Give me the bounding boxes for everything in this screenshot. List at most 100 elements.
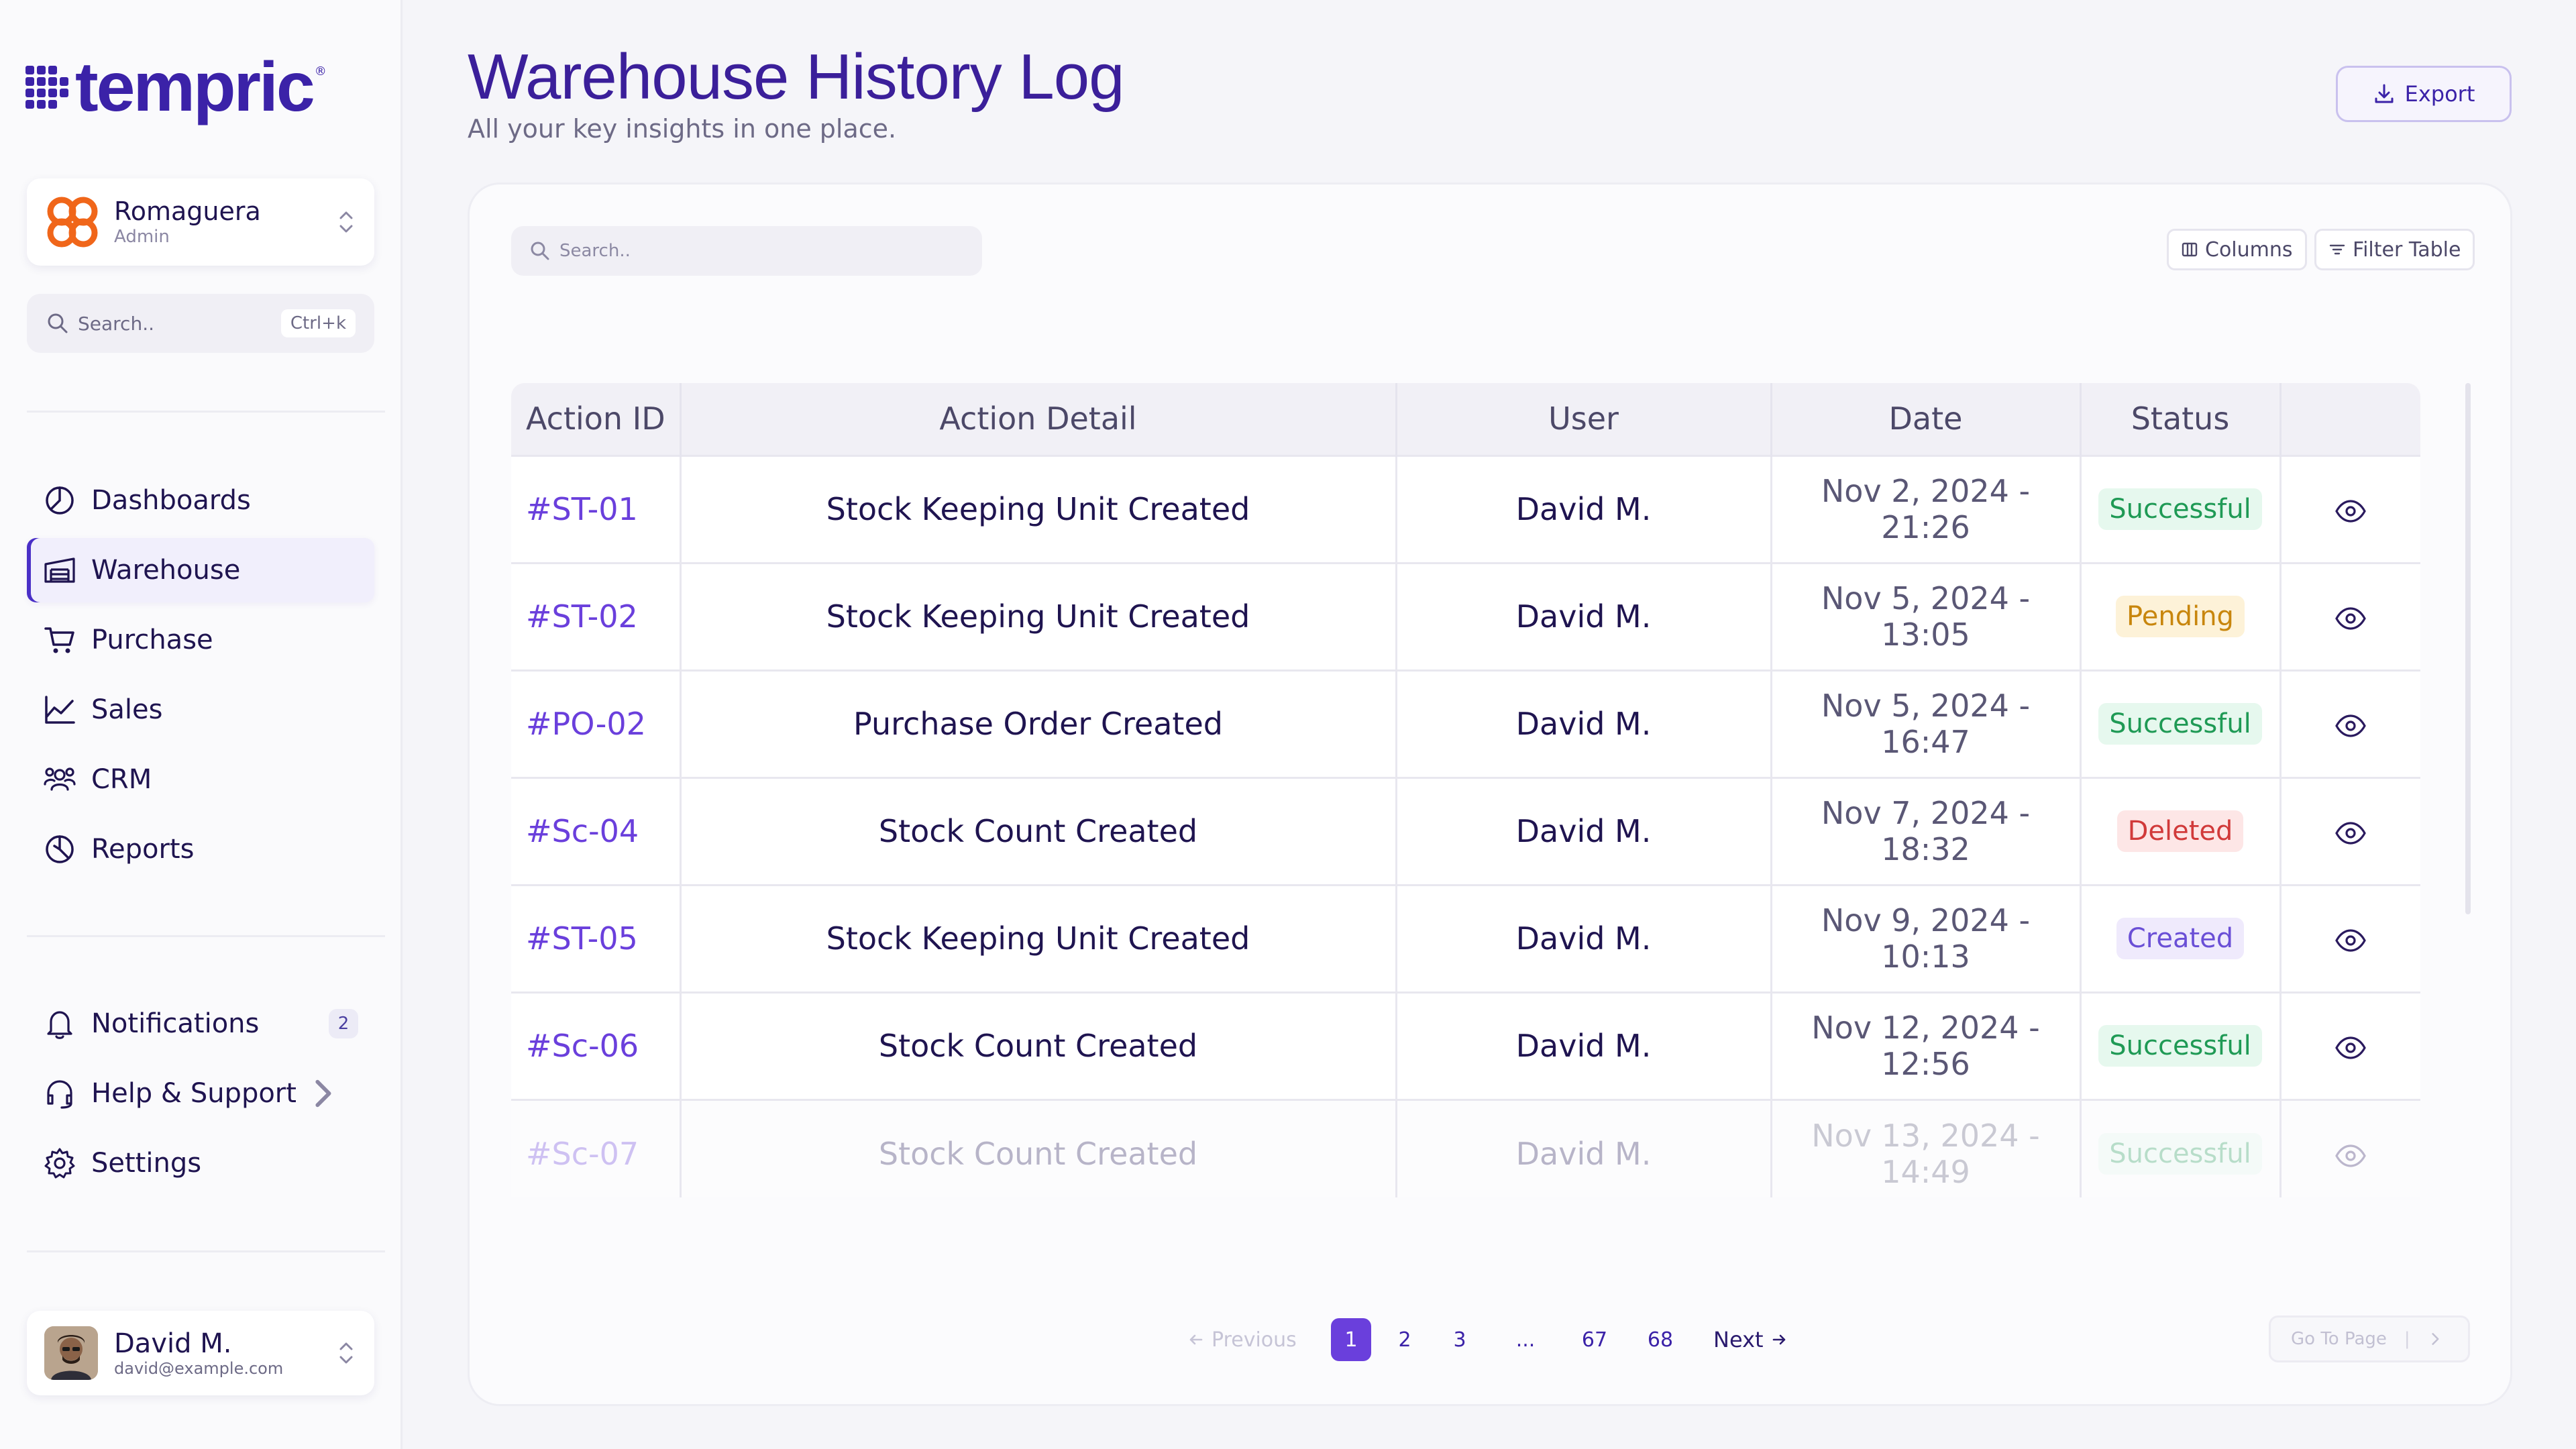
column-header-action-id[interactable]: Action ID: [511, 383, 682, 455]
pagination: Previous 1 2 3 ... 67 68 Next: [470, 1318, 2510, 1365]
sidebar-item-sales[interactable]: Sales: [27, 678, 374, 742]
go-to-page-input[interactable]: Go To Page |: [2269, 1316, 2470, 1362]
status-badge: Successful: [2098, 1025, 2262, 1067]
view-cell[interactable]: [2280, 669, 2420, 777]
action-id-cell[interactable]: #ST-02: [511, 561, 682, 670]
bell-icon: [47, 1011, 72, 1039]
page-button-67[interactable]: 67: [1571, 1318, 1618, 1361]
search-icon: [48, 313, 68, 333]
sidebar-item-notifications[interactable]: Notifications 2: [27, 991, 374, 1056]
sidebar-item-settings[interactable]: Settings: [27, 1131, 374, 1195]
table-row[interactable]: #PO-02 Purchase Order Created David M. N…: [511, 669, 2420, 777]
user-menu[interactable]: David M. david@example.com: [27, 1311, 374, 1395]
action-detail-cell: Stock Count Created: [680, 1098, 1397, 1197]
sidebar: tempric ® Romaguera Admin Search.. Ctrl+…: [0, 0, 402, 1449]
next-page-button[interactable]: Next: [1713, 1318, 1788, 1361]
table-row[interactable]: #Sc-06 Stock Count Created David M. Nov …: [511, 991, 2420, 1099]
page-button-68[interactable]: 68: [1637, 1318, 1684, 1361]
view-cell[interactable]: [2280, 1098, 2420, 1197]
users-icon: [44, 767, 76, 791]
status-cell: Pending: [2080, 561, 2282, 670]
export-label: Export: [2404, 81, 2475, 107]
action-id-cell[interactable]: #Sc-06: [511, 991, 682, 1099]
eye-icon[interactable]: [2334, 924, 2367, 957]
user-cell: David M.: [1396, 561, 1772, 670]
table-row[interactable]: #Sc-07 Stock Count Created David M. Nov …: [511, 1098, 2420, 1197]
table-search-input[interactable]: Search..: [511, 226, 982, 276]
sidebar-item-help-support[interactable]: Help & Support: [27, 1061, 374, 1126]
sidebar-item-label: CRM: [91, 764, 152, 795]
column-header-status[interactable]: Status: [2080, 383, 2282, 455]
column-header-date[interactable]: Date: [1771, 383, 2082, 455]
sidebar-item-purchase[interactable]: Purchase: [27, 608, 374, 672]
table-row[interactable]: #ST-01 Stock Keeping Unit Created David …: [511, 454, 2420, 563]
sidebar-item-reports[interactable]: Reports: [27, 817, 374, 881]
filter-table-button[interactable]: Filter Table: [2314, 229, 2475, 270]
eye-icon[interactable]: [2334, 709, 2367, 743]
eye-icon[interactable]: [2334, 1139, 2367, 1173]
page-button-2[interactable]: 2: [1385, 1318, 1425, 1361]
brand-name: tempric: [75, 48, 315, 126]
column-header-user[interactable]: User: [1396, 383, 1772, 455]
columns-button[interactable]: Columns: [2167, 229, 2307, 270]
action-detail-cell: Stock Keeping Unit Created: [680, 883, 1397, 992]
eye-icon[interactable]: [2334, 816, 2367, 850]
table-row[interactable]: #ST-02 Stock Keeping Unit Created David …: [511, 561, 2420, 670]
action-id-cell[interactable]: #Sc-07: [511, 1098, 682, 1197]
action-id-cell[interactable]: #Sc-04: [511, 776, 682, 885]
view-cell[interactable]: [2280, 561, 2420, 670]
page-button-3[interactable]: 3: [1440, 1318, 1480, 1361]
table-row[interactable]: #ST-05 Stock Keeping Unit Created David …: [511, 883, 2420, 992]
date-cell: Nov 2, 2024 - 21:26: [1771, 454, 2082, 563]
status-badge: Deleted: [2116, 810, 2244, 852]
date-cell: Nov 5, 2024 - 16:47: [1771, 669, 2082, 777]
download-icon: [2375, 84, 2394, 103]
chevron-right-icon[interactable]: [2428, 1332, 2443, 1346]
chevron-up-down-icon: [339, 211, 353, 233]
line-chart-icon: [45, 696, 75, 724]
user-cell: David M.: [1396, 883, 1772, 992]
action-id-cell[interactable]: #PO-02: [511, 669, 682, 777]
previous-page-button[interactable]: Previous: [1187, 1318, 1297, 1361]
view-cell[interactable]: [2280, 991, 2420, 1099]
user-cell: David M.: [1396, 991, 1772, 1099]
search-shortcut-hint: Ctrl+k: [280, 309, 356, 337]
columns-icon: [2182, 242, 2198, 257]
previous-label: Previous: [1212, 1328, 1297, 1352]
eye-icon[interactable]: [2334, 602, 2367, 635]
page-subtitle: All your key insights in one place.: [468, 114, 897, 144]
sidebar-item-crm[interactable]: CRM: [27, 747, 374, 812]
eye-icon[interactable]: [2334, 1031, 2367, 1065]
view-cell[interactable]: [2280, 454, 2420, 563]
next-label: Next: [1713, 1327, 1764, 1352]
sidebar-item-dashboards[interactable]: Dashboards: [27, 468, 374, 533]
export-button[interactable]: Export: [2336, 66, 2512, 122]
eye-icon[interactable]: [2334, 494, 2367, 528]
status-badge: Created: [2116, 918, 2245, 959]
action-detail-cell: Purchase Order Created: [680, 669, 1397, 777]
page-button-1[interactable]: 1: [1331, 1318, 1371, 1361]
action-id-cell[interactable]: #ST-05: [511, 883, 682, 992]
sidebar-item-label: Settings: [91, 1148, 202, 1179]
column-header-action-detail[interactable]: Action Detail: [680, 383, 1397, 455]
sidebar-search-placeholder: Search..: [78, 312, 154, 335]
status-cell: Successful: [2080, 1098, 2282, 1197]
action-id-cell[interactable]: #ST-01: [511, 454, 682, 563]
user-cell: David M.: [1396, 454, 1772, 563]
page-ellipsis: ...: [1515, 1328, 1536, 1352]
history-table: Action ID Action Detail User Date Status…: [511, 383, 2420, 1197]
brand-logo[interactable]: tempric ®: [25, 52, 327, 122]
table-scrollbar[interactable]: [2465, 383, 2471, 914]
view-cell[interactable]: [2280, 776, 2420, 885]
table-row[interactable]: #Sc-04 Stock Count Created David M. Nov …: [511, 776, 2420, 885]
sidebar-search-input[interactable]: Search.. Ctrl+k: [27, 294, 374, 353]
org-switcher[interactable]: Romaguera Admin: [27, 178, 374, 266]
page-title: Warehouse History Log: [468, 41, 1125, 113]
sidebar-item-warehouse[interactable]: Warehouse: [27, 538, 374, 602]
date-cell: Nov 5, 2024 - 13:05: [1771, 561, 2082, 670]
sidebar-item-label: Reports: [91, 834, 195, 865]
sidebar-item-label: Sales: [91, 694, 163, 725]
view-cell[interactable]: [2280, 883, 2420, 992]
warehouse-icon: [44, 557, 75, 583]
notification-count-badge: 2: [329, 1009, 358, 1038]
